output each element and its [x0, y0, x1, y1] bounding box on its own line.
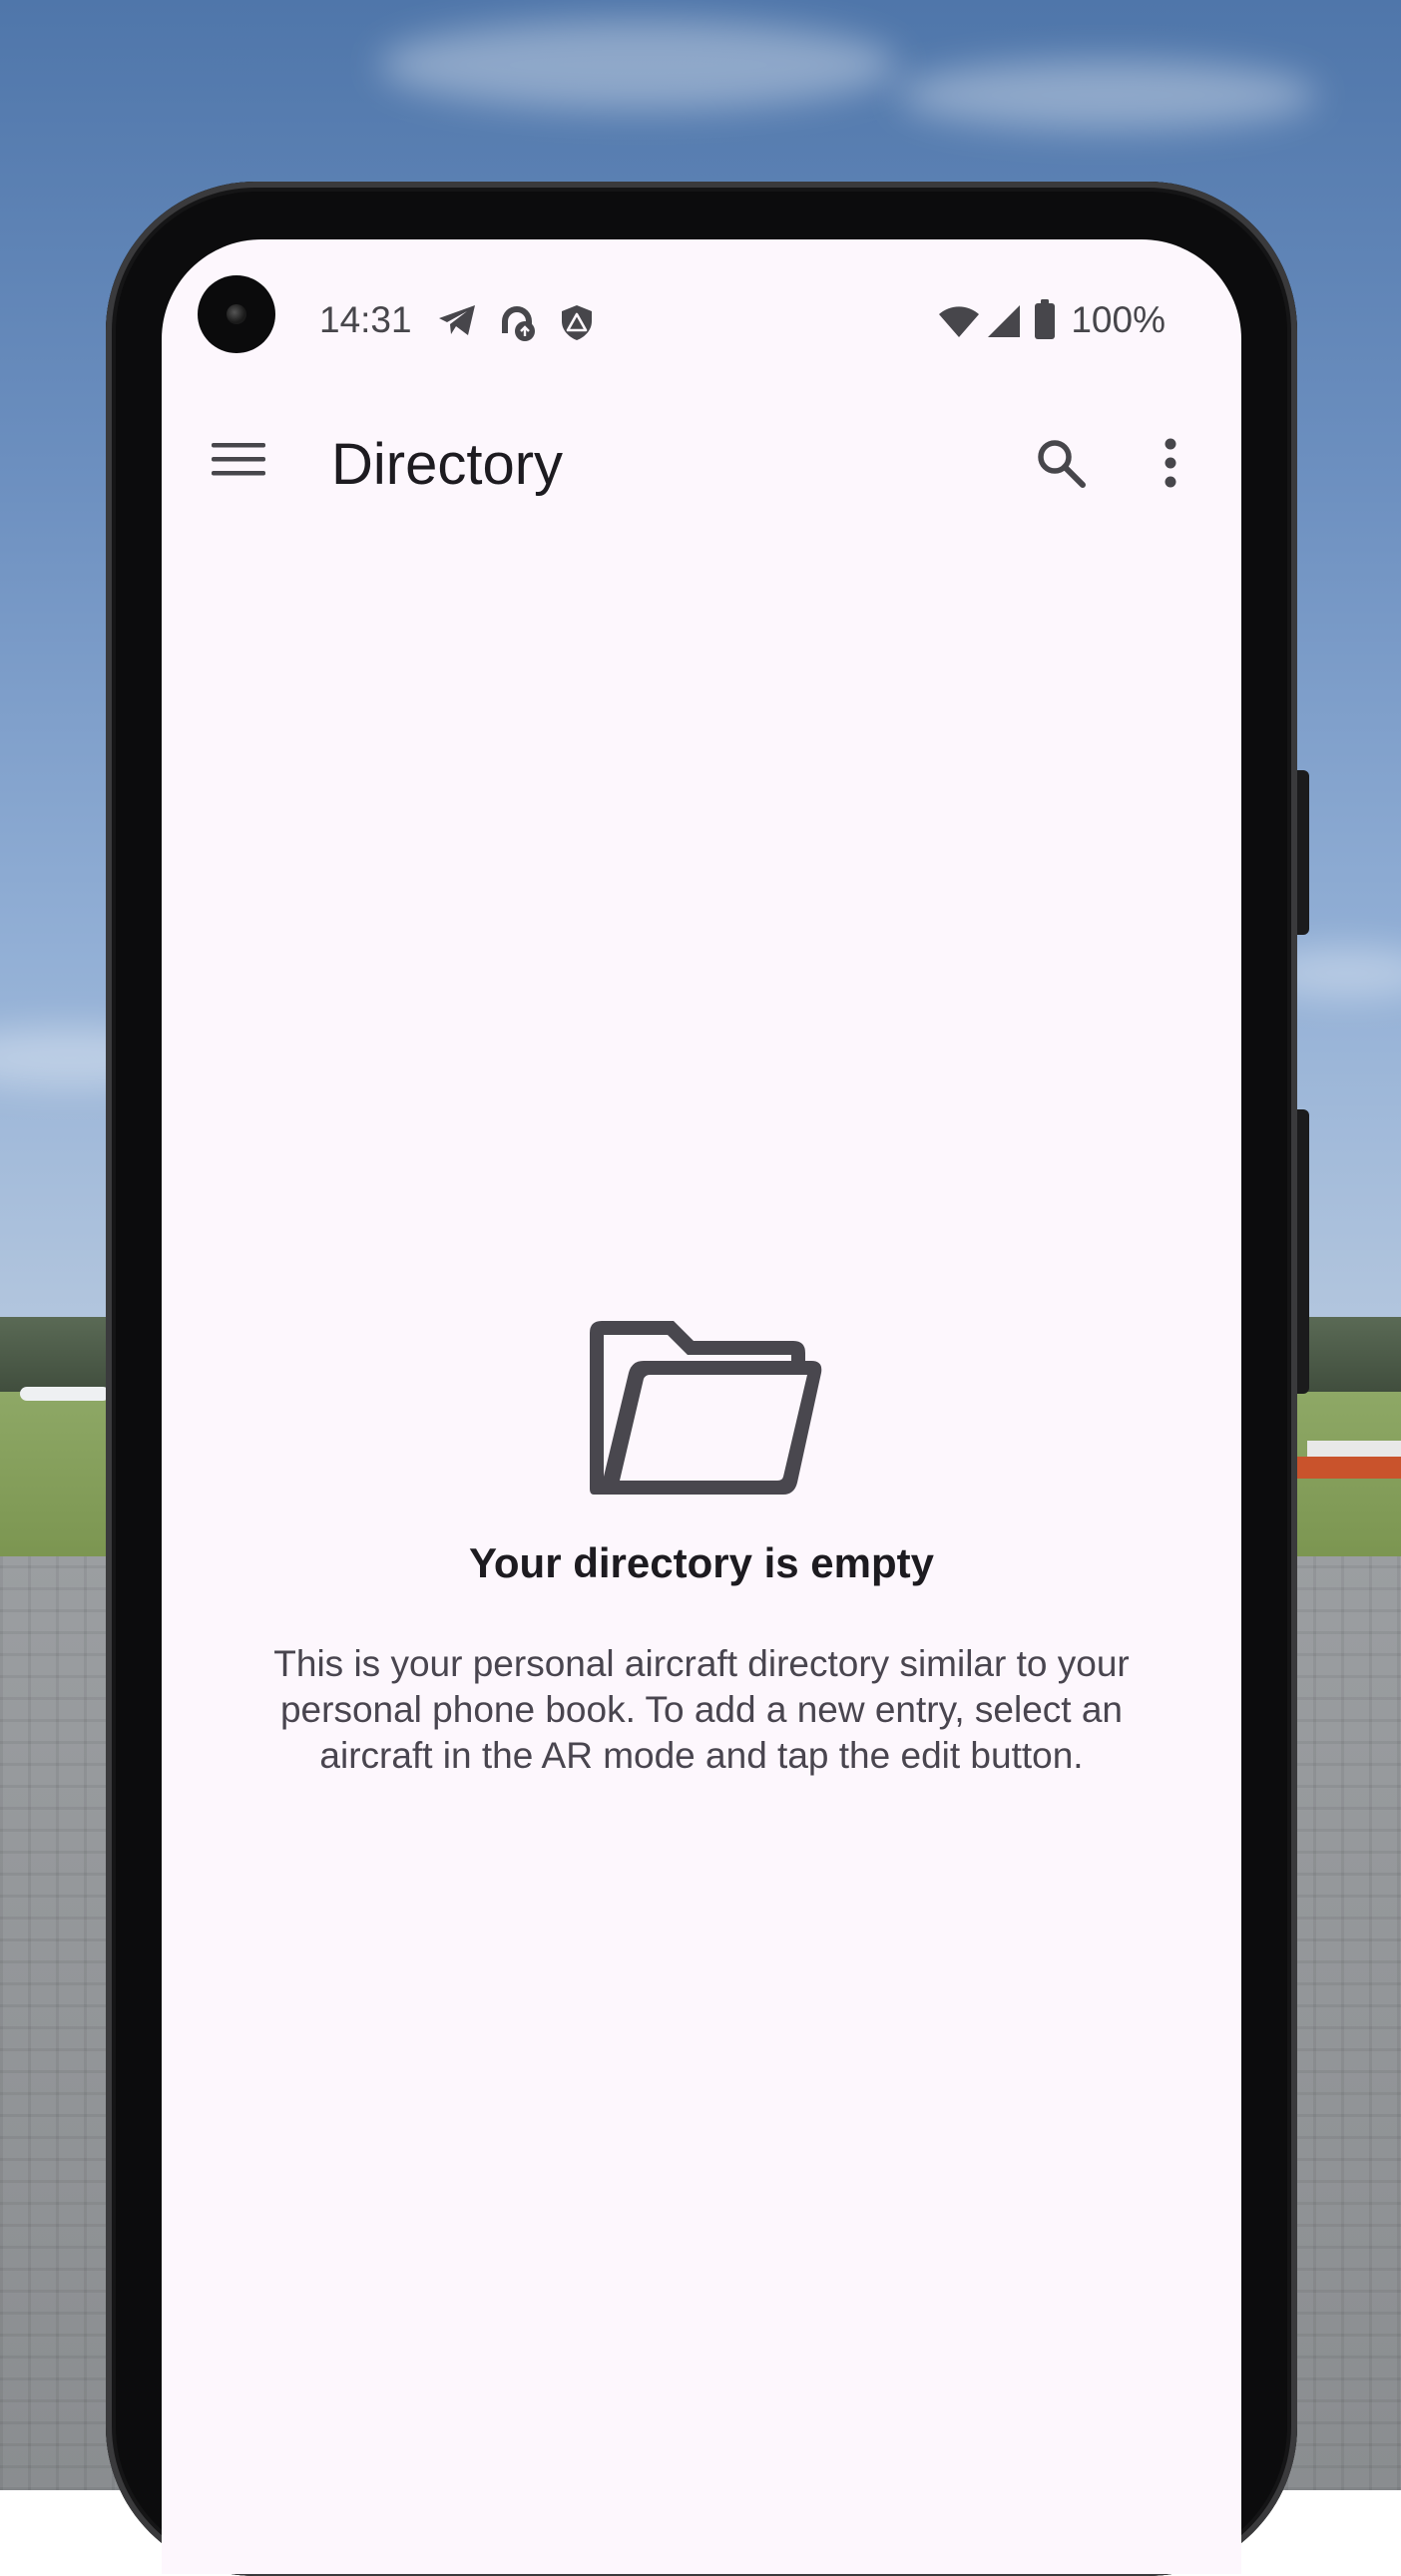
page-title: Directory	[331, 432, 564, 497]
hangar-roof	[1307, 1441, 1401, 1457]
hangar-wall	[1297, 1457, 1401, 1479]
folder-open-icon	[586, 1317, 825, 1502]
wifi-icon	[938, 305, 980, 342]
battery-percent: 100%	[1071, 299, 1166, 340]
search-icon[interactable]	[1035, 437, 1087, 494]
screen: 14:31 100% Directory Your directory is e…	[162, 239, 1241, 2574]
signal-icon	[986, 303, 1022, 342]
volume-button	[1297, 1109, 1309, 1394]
cloud	[898, 60, 1317, 130]
power-button	[1297, 770, 1309, 935]
battery-icon	[1034, 299, 1056, 344]
phone-frame: 14:31 100% Directory Your directory is e…	[106, 182, 1309, 2576]
alert-shield-icon	[559, 303, 595, 346]
menu-icon[interactable]	[212, 439, 265, 484]
sync-icon	[497, 303, 537, 346]
status-time: 14:31	[319, 299, 412, 340]
front-camera	[198, 275, 275, 353]
cloud	[379, 20, 898, 110]
telegram-icon	[437, 303, 477, 342]
empty-state-title: Your directory is empty	[468, 1539, 935, 1586]
empty-state-message: This is your personal aircraft directory…	[273, 1643, 1130, 1776]
glider-plane	[20, 1387, 110, 1401]
more-vert-icon[interactable]	[1163, 437, 1178, 494]
